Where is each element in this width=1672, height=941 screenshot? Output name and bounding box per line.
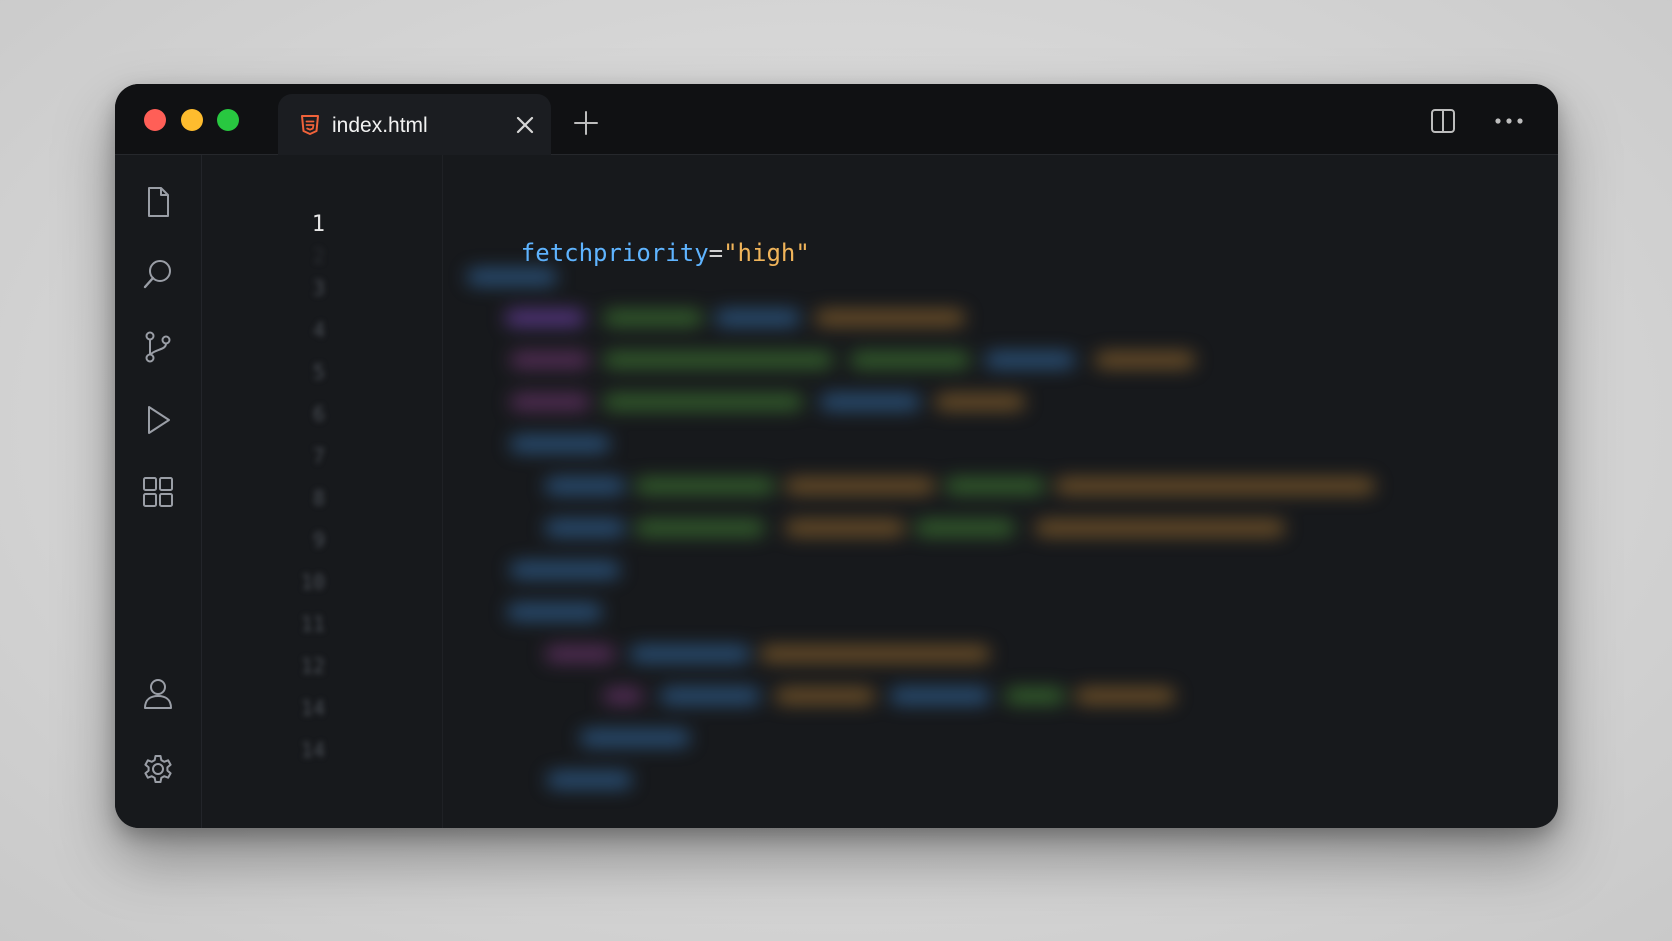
html-file-icon xyxy=(301,115,319,135)
search-button[interactable] xyxy=(141,257,175,291)
more-icon[interactable] xyxy=(1493,108,1525,134)
extensions-button[interactable] xyxy=(141,475,175,509)
code-attribute: fetchpriority xyxy=(520,239,709,267)
account-button[interactable] xyxy=(141,677,175,711)
close-icon[interactable] xyxy=(513,113,537,137)
search-icon xyxy=(143,260,171,289)
activity-bar xyxy=(115,155,202,828)
explorer-button[interactable] xyxy=(141,185,175,219)
account-icon xyxy=(144,679,172,709)
run-icon xyxy=(148,406,170,434)
code-string-value: "high" xyxy=(723,239,810,267)
line-number-active: 1 xyxy=(311,212,325,237)
file-icon xyxy=(148,187,169,217)
settings-button[interactable] xyxy=(141,752,175,786)
minimize-window-button[interactable] xyxy=(181,109,203,131)
tab-label: index.html xyxy=(332,114,428,137)
split-editor-icon[interactable] xyxy=(1429,107,1457,135)
tab-index-html[interactable]: index.html xyxy=(278,94,551,155)
title-bar: index.html xyxy=(115,84,1558,155)
settings-icon xyxy=(144,755,172,783)
source-control-button[interactable] xyxy=(141,330,175,364)
editor-window: index.html 1 fetchpriority="high" 2 3 4 … xyxy=(115,84,1558,828)
plus-icon[interactable] xyxy=(573,110,599,136)
run-button[interactable] xyxy=(141,403,175,437)
extensions-icon xyxy=(143,477,173,507)
line-number-gutter xyxy=(201,155,443,828)
code-line-1[interactable]: fetchpriority="high" xyxy=(463,211,810,295)
close-window-button[interactable] xyxy=(144,109,166,131)
source-control-icon xyxy=(145,331,171,363)
code-equals: = xyxy=(708,239,724,267)
maximize-window-button[interactable] xyxy=(217,109,239,131)
